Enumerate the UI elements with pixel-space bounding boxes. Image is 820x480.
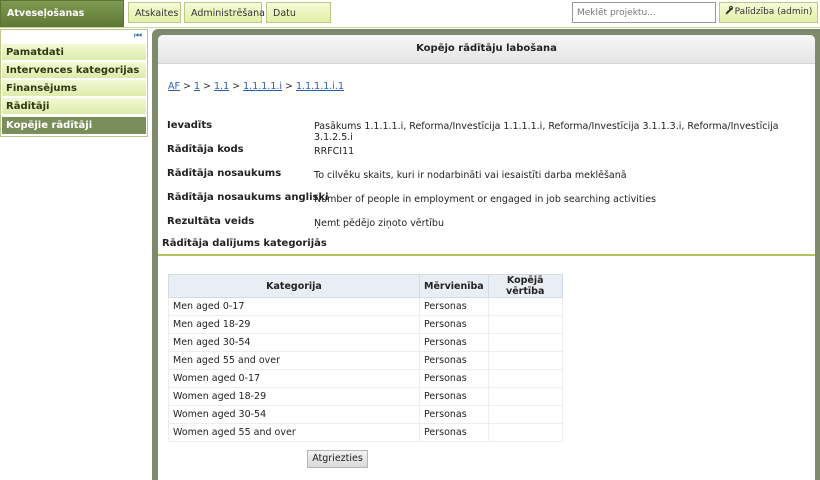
unit-cell: Personas [419, 405, 489, 424]
help-button[interactable]: Palīdzība (admin) [719, 2, 818, 23]
category-cell: Women aged 55 and over [168, 423, 420, 442]
breadcrumb-link-1-1[interactable]: 1.1 [214, 81, 229, 92]
table-row: Men aged 0-17 Personas [168, 297, 563, 316]
unit-cell: Personas [419, 297, 489, 316]
table-row: Men aged 30-54 Personas [168, 333, 563, 352]
category-cell: Men aged 0-17 [168, 297, 420, 316]
category-cell: Women aged 18-29 [168, 387, 420, 406]
tab-administresana[interactable]: Administrēšana [184, 2, 265, 23]
sidebar-item-finansejums[interactable]: Finansējums [2, 79, 146, 96]
category-cell: Men aged 55 and over [168, 351, 420, 370]
field-value-rezultata-veids: Ņemt pēdējo ziņoto vērtību [314, 218, 444, 229]
table-row: Women aged 18-29 Personas [168, 387, 563, 406]
tab-datu-analize[interactable]: Datu analīze [266, 2, 331, 40]
value-cell [487, 351, 563, 370]
unit-cell: Personas [419, 333, 489, 352]
breadcrumb-link-af[interactable]: AF [168, 81, 180, 92]
table-row: Men aged 55 and over Personas [168, 351, 563, 370]
back-button[interactable]: Atgriezties [307, 450, 368, 468]
value-cell [487, 423, 563, 442]
value-cell [487, 369, 563, 388]
value-cell [487, 405, 563, 424]
breadcrumb: AF > 1 > 1.1 > 1.1.1.1.i > 1.1.1.1.i.1 [168, 81, 344, 92]
tab-atveselosanas-mehanisms[interactable]: Atveseļošanas mehānisms [0, 0, 124, 45]
column-header-kategorija: Kategorija [168, 274, 420, 298]
value-cell [487, 315, 563, 334]
section-divider [158, 254, 815, 256]
categories-table: Kategorija Mērvienība Kopējā vērtība Men… [168, 274, 563, 442]
unit-cell: Personas [419, 351, 489, 370]
table-header-row: Kategorija Mērvienība Kopējā vērtība [168, 274, 563, 298]
table-row: Women aged 0-17 Personas [168, 369, 563, 388]
value-cell [487, 387, 563, 406]
tab-atskaites[interactable]: Atskaites [128, 2, 181, 23]
field-label-rezultata-veids: Rezultāta veids [167, 216, 255, 227]
unit-cell: Personas [419, 387, 489, 406]
column-header-mervieniba: Mērvienība [419, 274, 489, 298]
table-row: Women aged 55 and over Personas [168, 423, 563, 442]
search-input[interactable] [572, 2, 716, 23]
sidebar-item-pamatdati[interactable]: Pamatdati [2, 43, 146, 60]
category-cell: Men aged 18-29 [168, 315, 420, 334]
field-label-raditaja-nosaukums: Rādītāja nosaukums [167, 168, 282, 179]
field-label-raditaja-kods: Rādītāja kods [167, 144, 244, 155]
help-label: Palīdzība (admin) [734, 7, 813, 17]
top-navigation: Atveseļošanas mehānisms Atskaites Admini… [0, 0, 820, 45]
unit-cell: Personas [419, 423, 489, 442]
field-value-raditaja-nosaukums: To cilvēku skaits, kuri ir nodarbināti v… [314, 170, 627, 181]
sidebar-item-raditaji[interactable]: Rādītāji [2, 97, 146, 114]
field-label-raditaja-nosaukums-angliski: Rādītāja nosaukums angliski [167, 192, 329, 203]
breadcrumb-link-1-1-1-1-i[interactable]: 1.1.1.1.i [243, 81, 282, 92]
collapse-sidebar-icon[interactable]: ⏮ [134, 32, 143, 41]
sidebar: ⏮ Pamatdati Intervences kategorijas Fina… [0, 29, 148, 137]
sidebar-item-intervences-kategorijas[interactable]: Intervences kategorijas [2, 61, 146, 78]
content-panel: Kopējo rādītāju labošana AF > 1 > 1.1 > … [158, 35, 815, 480]
main-area: Kopējo rādītāju labošana AF > 1 > 1.1 > … [152, 29, 820, 480]
category-cell: Women aged 30-54 [168, 405, 420, 424]
section-title-categories: Rādītāja dalījums kategorijās [162, 238, 327, 249]
table-row: Men aged 18-29 Personas [168, 315, 563, 334]
category-cell: Men aged 30-54 [168, 333, 420, 352]
value-cell [487, 333, 563, 352]
value-cell [487, 297, 563, 316]
sidebar-item-kopejie-raditaji[interactable]: Kopējie rādītāji [2, 116, 146, 134]
breadcrumb-link-1-1-1-1-i-1[interactable]: 1.1.1.1.i.1 [296, 81, 344, 92]
field-value-raditaja-nosaukums-angliski: Number of people in employment or engage… [314, 194, 656, 205]
page-title: Kopējo rādītāju labošana [158, 35, 815, 64]
wrench-icon [725, 6, 733, 14]
breadcrumb-link-1[interactable]: 1 [194, 81, 200, 92]
field-label-ievadits: Ievadīts [167, 120, 213, 131]
field-value-ievadits: Pasākums 1.1.1.1.i, Reforma/Investīcija … [314, 121, 779, 143]
unit-cell: Personas [419, 369, 489, 388]
unit-cell: Personas [419, 315, 489, 334]
field-value-raditaja-kods: RRFCI11 [314, 146, 355, 157]
category-cell: Women aged 0-17 [168, 369, 420, 388]
column-header-kopeja-vertiba: Kopējā vērtība [487, 274, 563, 298]
table-row: Women aged 30-54 Personas [168, 405, 563, 424]
